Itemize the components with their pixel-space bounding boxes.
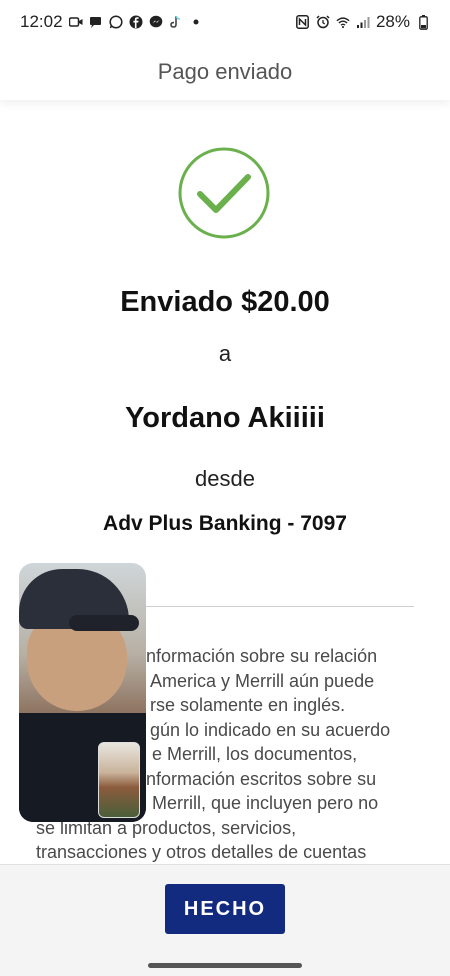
page-title: Pago enviado — [157, 59, 293, 84]
to-label: a — [218, 341, 232, 366]
disclaimer-line: transacciones y otros detalles de cuenta… — [36, 842, 367, 862]
source-account: Adv Plus Banking - 7097 — [103, 512, 347, 535]
alarm-icon — [316, 15, 330, 29]
message-icon — [89, 15, 103, 29]
signal-icon — [356, 15, 370, 29]
clock: 12:02 — [20, 12, 63, 31]
from-label: desde — [195, 466, 255, 491]
facebook-icon — [129, 15, 143, 29]
sent-amount: Enviado $20.00 — [120, 286, 330, 318]
recipient-name: Yordano Akiiiii — [125, 402, 325, 434]
status-right: 28% — [296, 12, 430, 32]
status-bar: 12:02 28% — [0, 0, 450, 44]
wifi-icon — [336, 15, 350, 29]
messenger-icon — [149, 15, 163, 29]
video-icon — [68, 15, 83, 29]
status-left: 12:02 — [20, 12, 203, 32]
self-view-inset[interactable] — [98, 742, 140, 818]
battery-percent: 28% — [375, 12, 410, 31]
done-button[interactable]: HECHO — [165, 884, 285, 934]
nfc-icon — [296, 15, 310, 29]
whatsapp-icon — [108, 15, 123, 29]
app-header: Pago enviado — [0, 44, 450, 100]
checkmark-circle-icon — [178, 147, 270, 239]
home-indicator[interactable] — [148, 963, 302, 968]
dot-icon — [189, 15, 203, 29]
caller-cap-brim — [69, 615, 139, 631]
tiktok-icon — [169, 15, 183, 29]
battery-icon — [416, 14, 430, 30]
